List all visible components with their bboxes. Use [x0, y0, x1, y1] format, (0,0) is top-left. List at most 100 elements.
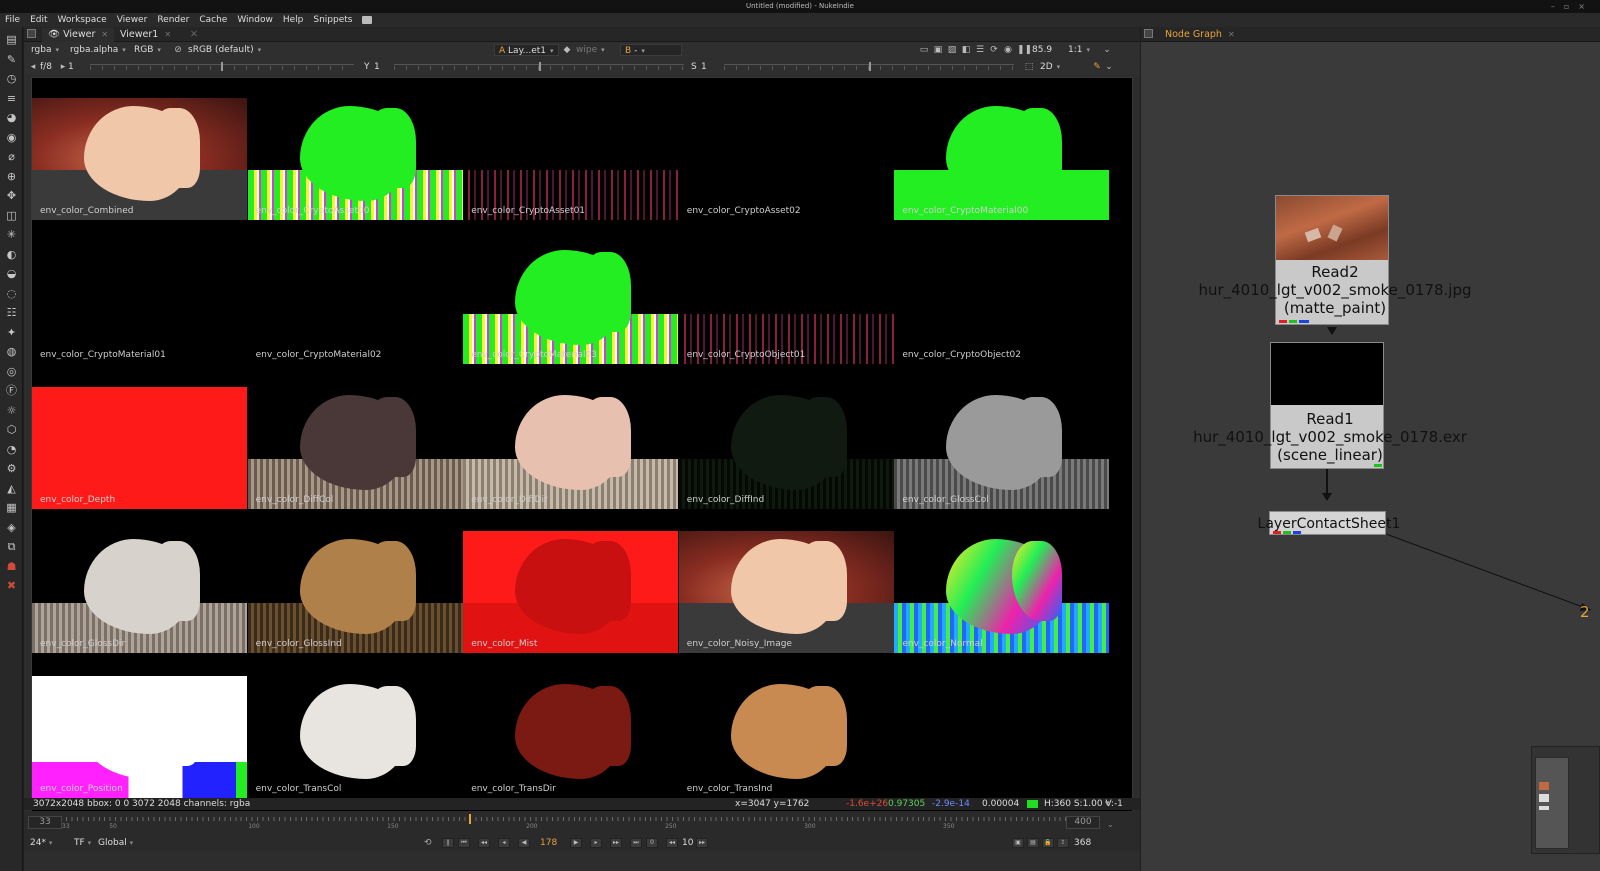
view-mode-icon[interactable]: ⬚ [1024, 62, 1034, 72]
display-channels-dropdown[interactable]: RGB ▾ [130, 44, 165, 56]
channel-dropdown[interactable]: rgba.alpha ▾ [66, 44, 130, 56]
fps-dropdown[interactable]: 24* ▾ [30, 837, 52, 849]
input-b-dropdown[interactable]: B - ▾ [620, 44, 682, 56]
pause-icon[interactable]: ❚❚ [1017, 45, 1032, 55]
wipe-dropdown[interactable]: wipe ▾ [572, 44, 609, 56]
f-icon[interactable]: Ⓕ [5, 384, 18, 397]
ocio-icon[interactable]: ☼ [5, 404, 18, 417]
gamma-slider[interactable] [394, 62, 684, 71]
gain-slider[interactable] [90, 62, 354, 71]
menu-window[interactable]: Window [232, 13, 278, 27]
export-button[interactable]: ⇪ [1057, 838, 1069, 848]
prev-frame-button[interactable]: ◂ [498, 838, 510, 848]
play-backward-button[interactable]: ◀ [518, 838, 530, 848]
deep-icon[interactable]: ◐ [5, 248, 18, 261]
cara-icon[interactable]: ◎ [5, 365, 18, 378]
channel-icon[interactable]: ≡ [5, 92, 18, 105]
tab-viewer[interactable]: 👁 Viewer ✕ [42, 28, 115, 42]
lock-icon[interactable]: ◉ [1003, 45, 1013, 55]
menu-snippets[interactable]: Snippets [308, 13, 357, 27]
window-controls[interactable]: –▫× [1551, 0, 1594, 13]
step-field[interactable]: 10 [682, 837, 693, 849]
out-frame-field[interactable]: 400 [1066, 816, 1100, 829]
gamma-value[interactable]: 1 [370, 61, 384, 73]
more-icon[interactable]: ⌄ [1102, 45, 1112, 55]
tab-close-extra[interactable]: ✕ [184, 28, 204, 42]
mask-icon[interactable]: ◈ [5, 521, 18, 534]
merge-icon[interactable]: ⊕ [5, 170, 18, 183]
scope-dropdown[interactable]: Global ▾ [98, 837, 133, 849]
furnace-icon[interactable]: ◍ [5, 345, 18, 358]
step-forward-button[interactable]: ▸▸ [696, 838, 708, 848]
tf-dropdown[interactable]: TF ▾ [74, 837, 91, 849]
colorspace-dropdown[interactable]: sRGB (default) ▾ [184, 44, 265, 56]
last-frame-button[interactable]: 0 [646, 838, 658, 848]
paint-icon[interactable]: ✎ [1092, 62, 1102, 72]
minimap-viewport[interactable] [1535, 757, 1569, 849]
views-icon[interactable]: ◒ [5, 267, 18, 280]
timeline-playhead[interactable] [468, 814, 471, 824]
clip-warning-icon[interactable]: ▣ [933, 45, 943, 55]
grain-icon[interactable]: ▦ [5, 501, 18, 514]
flipbook-button[interactable]: ▣ [1012, 838, 1024, 848]
plug-icon[interactable]: ⧉ [5, 540, 18, 553]
forward-increment-button[interactable]: ▸▸ [610, 838, 622, 848]
menu-edit[interactable]: Edit [25, 13, 52, 27]
dirt-icon[interactable]: ◭ [5, 482, 18, 495]
prev-keyframe-button[interactable]: ⏮ [458, 838, 470, 848]
node-graph-minimap[interactable] [1531, 746, 1600, 854]
3d-icon[interactable]: ◫ [5, 209, 18, 222]
gain-value[interactable]: 1 [64, 61, 78, 73]
end-frame-field[interactable]: 368 [1074, 837, 1091, 849]
eraser-icon[interactable]: ✖ [5, 579, 18, 592]
current-frame-field[interactable]: 178 [540, 837, 557, 849]
snippets-lock-icon[interactable] [361, 16, 372, 24]
tab-node-graph[interactable]: Node Graph ✕ [1161, 28, 1239, 42]
proxy-icon[interactable]: ▨ [947, 45, 957, 55]
saturation-slider[interactable] [724, 62, 1014, 71]
transform-icon[interactable]: ✥ [5, 189, 18, 202]
filter-icon[interactable]: ◉ [5, 131, 18, 144]
menu-help[interactable]: Help [278, 13, 309, 27]
view-mode-dropdown[interactable]: 2D ▾ [1036, 61, 1064, 73]
other-icon[interactable]: ✦ [5, 326, 18, 339]
gizmo-icon[interactable]: ⬡ [5, 423, 18, 436]
first-frame-button[interactable]: ❙ [442, 838, 454, 848]
next-frame-button[interactable]: ▸ [590, 838, 602, 848]
node-graph-pane[interactable]: Node Graph ✕ Read2 hur_4010_lgt_v002_smok… [1141, 27, 1600, 871]
draw-icon[interactable]: ✎ [5, 53, 18, 66]
time-icon[interactable]: ◷ [5, 72, 18, 85]
toolsets-icon[interactable]: ☷ [5, 306, 18, 319]
refresh-icon[interactable]: ⟳ [989, 45, 999, 55]
step-back-button[interactable]: ◂◂ [666, 838, 678, 848]
menu-cache[interactable]: Cache [194, 13, 232, 27]
menu-render[interactable]: Render [152, 13, 194, 27]
zoom-display[interactable]: 85.9 [1028, 44, 1056, 56]
play-forward-button[interactable]: ▶ [570, 838, 582, 848]
python-icon[interactable]: ⚙ [5, 462, 18, 475]
downscale-icon[interactable]: ◧ [961, 45, 971, 55]
keyer-icon[interactable]: ⌀ [5, 150, 18, 163]
image-icon[interactable]: ▤ [5, 33, 18, 46]
close-icon[interactable]: ✕ [164, 30, 171, 39]
metadata-icon[interactable]: ◌ [5, 287, 18, 300]
overlay-icon[interactable]: ☰ [975, 45, 985, 55]
more-icon[interactable]: ⌄ [1104, 62, 1114, 72]
timeline-more-icon[interactable]: ⌄ [1107, 820, 1114, 829]
layer-dropdown[interactable]: rgba ▾ [27, 44, 63, 56]
in-frame-field[interactable]: 33 [28, 816, 62, 829]
pane-menu-icon[interactable] [27, 29, 36, 38]
back-increment-button[interactable]: ◂◂ [478, 838, 490, 848]
close-icon[interactable]: ✕ [101, 30, 108, 39]
input-a-dropdown[interactable]: A Lay...et1 ▾ [494, 44, 559, 56]
lock-range-button[interactable]: 🔒 [1042, 838, 1054, 848]
roi-icon[interactable]: ▭ [919, 45, 929, 55]
tab-viewer1[interactable]: Viewer1 ✕ [114, 28, 177, 42]
info-menu-icon[interactable]: ▾ [1105, 798, 1110, 810]
close-icon[interactable]: ✕ [1228, 30, 1235, 39]
saturation-value[interactable]: 1 [697, 61, 711, 73]
user-icon[interactable]: ☗ [5, 560, 18, 573]
loop-icon[interactable]: ⟲ [424, 837, 432, 849]
timeline-ruler[interactable]: 3350100150200250300350400 [62, 814, 1093, 832]
next-keyframe-button[interactable]: ⏭ [630, 838, 642, 848]
